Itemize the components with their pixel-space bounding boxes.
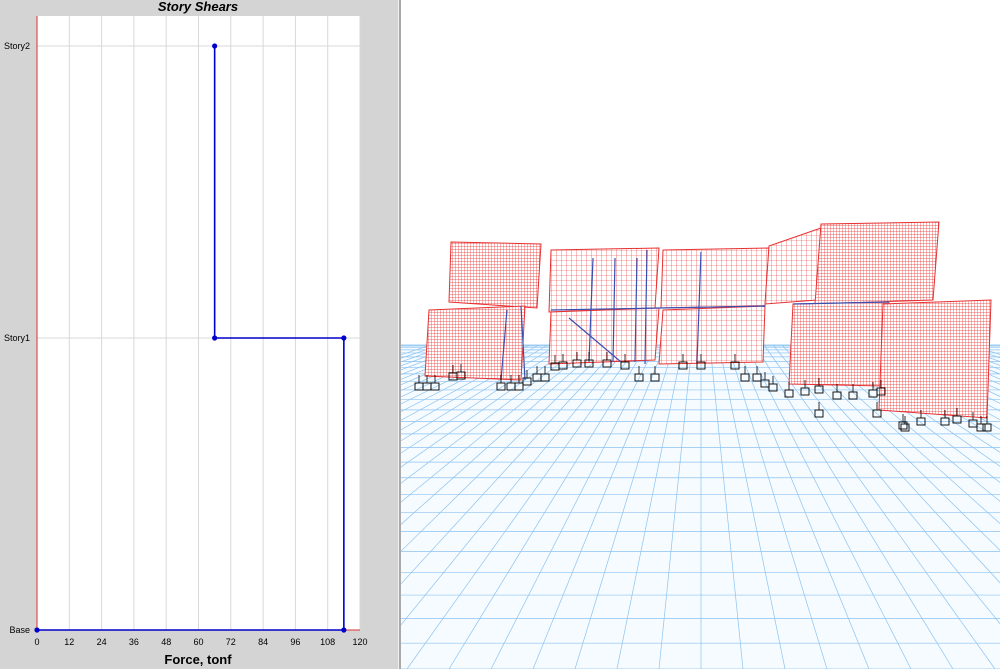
x-tick-label: 36	[129, 637, 139, 647]
shell-wall	[878, 299, 992, 419]
model-3d-view[interactable]	[401, 0, 1000, 669]
y-tick-label: Story2	[4, 41, 30, 51]
chart-title: Story Shears	[158, 0, 238, 14]
series-point	[341, 627, 347, 633]
x-tick-label: 72	[226, 637, 236, 647]
y-tick-labels: Base Story1 Story2	[4, 41, 30, 635]
x-tick-label: 24	[97, 637, 107, 647]
shell-wall	[448, 241, 542, 309]
series-point	[212, 43, 218, 49]
series-point	[341, 335, 347, 341]
shell-wall	[548, 247, 660, 313]
shell-wall	[548, 307, 660, 365]
shell-wall	[788, 301, 890, 387]
x-tick-label: 48	[161, 637, 171, 647]
shell-wall	[764, 227, 822, 305]
shell-wall	[658, 305, 766, 365]
x-tick-labels: 0 12 24 36 48 60 72 84 96 108 120	[34, 637, 367, 647]
series-point	[212, 335, 218, 341]
shell-wall	[424, 305, 526, 381]
shell-wall	[814, 221, 940, 305]
x-tick-label: 60	[193, 637, 203, 647]
x-tick-label: 84	[258, 637, 268, 647]
x-tick-label: 120	[352, 637, 367, 647]
story-shears-chart: Story Shears 0 12 24 36 48 60 72 84 96 108 120 Bas…	[4, 0, 368, 667]
x-tick-label: 0	[34, 637, 39, 647]
x-tick-label: 12	[64, 637, 74, 647]
x-tick-label: 96	[290, 637, 300, 647]
y-tick-label: Story1	[4, 333, 30, 343]
story-shears-panel: Story Shears 0 12 24 36 48 60 72 84 96 108 120 Bas…	[0, 0, 398, 669]
model-3d-canvas[interactable]	[401, 0, 1000, 669]
x-tick-label: 108	[320, 637, 335, 647]
shell-wall	[660, 247, 770, 309]
series-point	[34, 627, 40, 633]
x-axis-label: Force, tonf	[164, 652, 232, 667]
y-tick-label: Base	[9, 625, 30, 635]
